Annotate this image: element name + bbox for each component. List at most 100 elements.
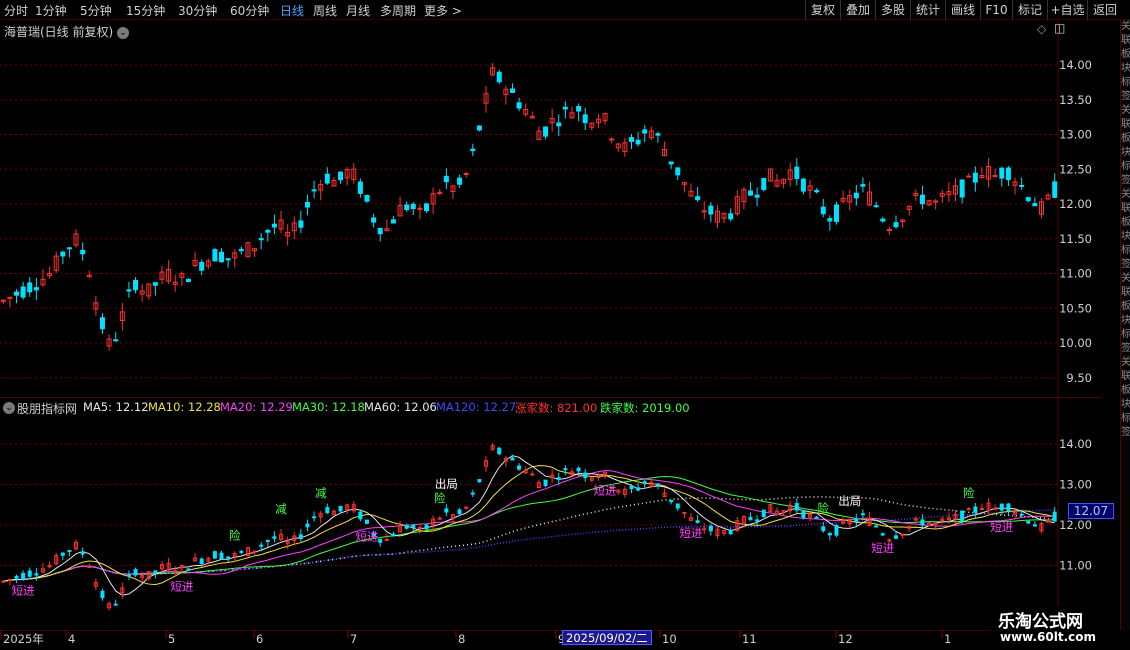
candle-down [695, 520, 700, 523]
timeframe-tab-60min[interactable]: 60分钟 [230, 2, 269, 19]
candle-down [827, 218, 833, 222]
candle-down [509, 88, 515, 93]
diamond-icon[interactable]: ◇ [1037, 22, 1046, 36]
candle-up [1, 580, 6, 583]
candle-down [113, 603, 118, 606]
indicator-tick-label: 11.00 [1059, 559, 1092, 573]
candle-down [219, 251, 225, 263]
candle-down [517, 465, 522, 470]
candle-down [583, 472, 588, 479]
indicator-title: 股朋指标网 [17, 402, 78, 416]
strip-char: 标 [1121, 161, 1130, 172]
period-toolbar: 分时 1分钟 5分钟 15分钟 30分钟 60分钟 日线 周线 月线 多周期 更… [0, 0, 1130, 20]
candle-down [576, 467, 581, 472]
date-axis-label: 8 [458, 632, 465, 646]
add-watchlist-button[interactable]: +自选 [1047, 0, 1087, 20]
dropdown-circle-icon[interactable]: ⌄ [117, 26, 130, 39]
candle-down [1019, 513, 1024, 516]
candle-down [60, 251, 66, 257]
candle-down [410, 203, 416, 210]
strip-char: 块 [1121, 63, 1130, 74]
back-button[interactable]: 返回 [1087, 0, 1122, 20]
timeframe-tab-weekly[interactable]: 周线 [313, 2, 337, 19]
price-tick-label: 13.00 [1059, 128, 1092, 142]
candlestick-chart[interactable]: 14.00 13.50 13.00 12.50 12.00 11.50 11.00 10.50… [0, 20, 1100, 397]
date-axis-label: 10 [662, 632, 677, 646]
overlay-button[interactable]: 叠加 [840, 0, 875, 20]
timeframe-tab-monthly[interactable]: 月线 [346, 2, 370, 19]
indicator-panel[interactable]: 14.0013.0012.0011.00短进短进短进险减减短进出局险短进短进出局… [0, 397, 1100, 631]
candle-down [543, 479, 548, 486]
signal-label: 减 [315, 486, 327, 500]
multi-stock-button[interactable]: 多股 [875, 0, 910, 20]
candle-down [1032, 524, 1037, 527]
candle-up [886, 228, 892, 231]
candle-down [324, 173, 330, 184]
candle-down [14, 291, 20, 296]
candle-down [761, 509, 766, 518]
date-axis-label: 2025年 [3, 632, 44, 646]
candle-down [212, 249, 218, 262]
draw-line-button[interactable]: 画线 [945, 0, 980, 20]
candle-down [1019, 184, 1025, 187]
candle-up [933, 522, 938, 525]
signal-label: 险 [818, 501, 830, 515]
window-toggle-icon[interactable]: ◫ [1054, 21, 1065, 35]
candle-down [563, 468, 568, 471]
mark-button[interactable]: 标记 [1012, 0, 1047, 20]
timeframe-tab-5min[interactable]: 5分钟 [80, 2, 112, 19]
candle-down [642, 481, 647, 485]
timeframe-tab-1min[interactable]: 1分钟 [35, 2, 67, 19]
indicator-chart[interactable]: 14.0013.0012.0011.00短进短进短进险减减短进出局险短进短进出局… [0, 398, 1100, 631]
candle-down [404, 525, 409, 529]
signal-label: 险 [434, 491, 446, 505]
strip-char: 板 [1121, 133, 1130, 144]
last-price-tag: 12.07 [1068, 503, 1114, 519]
strip-char: 签 [1121, 427, 1130, 438]
candle-down [298, 220, 304, 228]
indicator-menu-icon[interactable]: ⌄ [3, 402, 15, 414]
timeframe-tab-30min[interactable]: 30分钟 [178, 2, 217, 19]
candle-down [311, 189, 317, 192]
timeframe-tab-multi[interactable]: 多周期 [380, 2, 416, 19]
stock-title: 海普瑞(日线 前复权) [4, 25, 114, 39]
timeframe-tab-more[interactable]: 更多 > [424, 2, 462, 19]
candle-up [530, 473, 535, 476]
chevron-right-icon: > [451, 4, 462, 18]
candle-down [67, 550, 72, 553]
signal-label: 险 [229, 528, 241, 542]
strip-char: 关 [1121, 357, 1130, 368]
timeframe-tab-15min[interactable]: 15分钟 [126, 2, 165, 19]
candle-down [748, 190, 754, 196]
date-axis-label: 1 [944, 632, 951, 646]
f10-button[interactable]: F10 [980, 0, 1012, 20]
candle-down [258, 238, 264, 241]
signal-label: 短进 [594, 484, 617, 498]
candle-down [20, 286, 26, 298]
price-tick-label: 12.00 [1059, 197, 1092, 211]
timeframe-tab-intraday[interactable]: 分时 [4, 2, 28, 19]
candle-down [636, 487, 641, 491]
adjust-price-button[interactable]: 复权 [805, 0, 840, 20]
price-chart-panel[interactable]: 14.00 13.50 13.00 12.50 12.00 11.50 11.00 10.50… [0, 20, 1100, 397]
candle-down [695, 196, 701, 201]
candle-down [999, 503, 1004, 511]
cursor-date-label: 2025/09/02/二 [562, 630, 652, 645]
candle-down [226, 556, 231, 559]
strip-char: 块 [1121, 231, 1130, 242]
candle-down [755, 519, 760, 522]
date-axis-label: 4 [68, 632, 75, 646]
candle-down [271, 223, 277, 228]
candle-down [80, 551, 85, 555]
candle-down [972, 172, 978, 183]
candle-down [185, 278, 191, 283]
statistics-button[interactable]: 统计 [910, 0, 945, 20]
candle-down [100, 590, 105, 599]
candle-down [133, 279, 139, 291]
timeframe-tab-daily[interactable]: 日线 [280, 2, 304, 19]
strip-char: 关 [1121, 105, 1130, 116]
candle-down [477, 479, 482, 483]
right-sector-strip[interactable]: 关联板块标签关联板块标签关联板块标签关联板块标签关联板块标签 [1120, 20, 1130, 630]
candle-down [312, 516, 317, 519]
signal-label: 减 [275, 502, 287, 516]
